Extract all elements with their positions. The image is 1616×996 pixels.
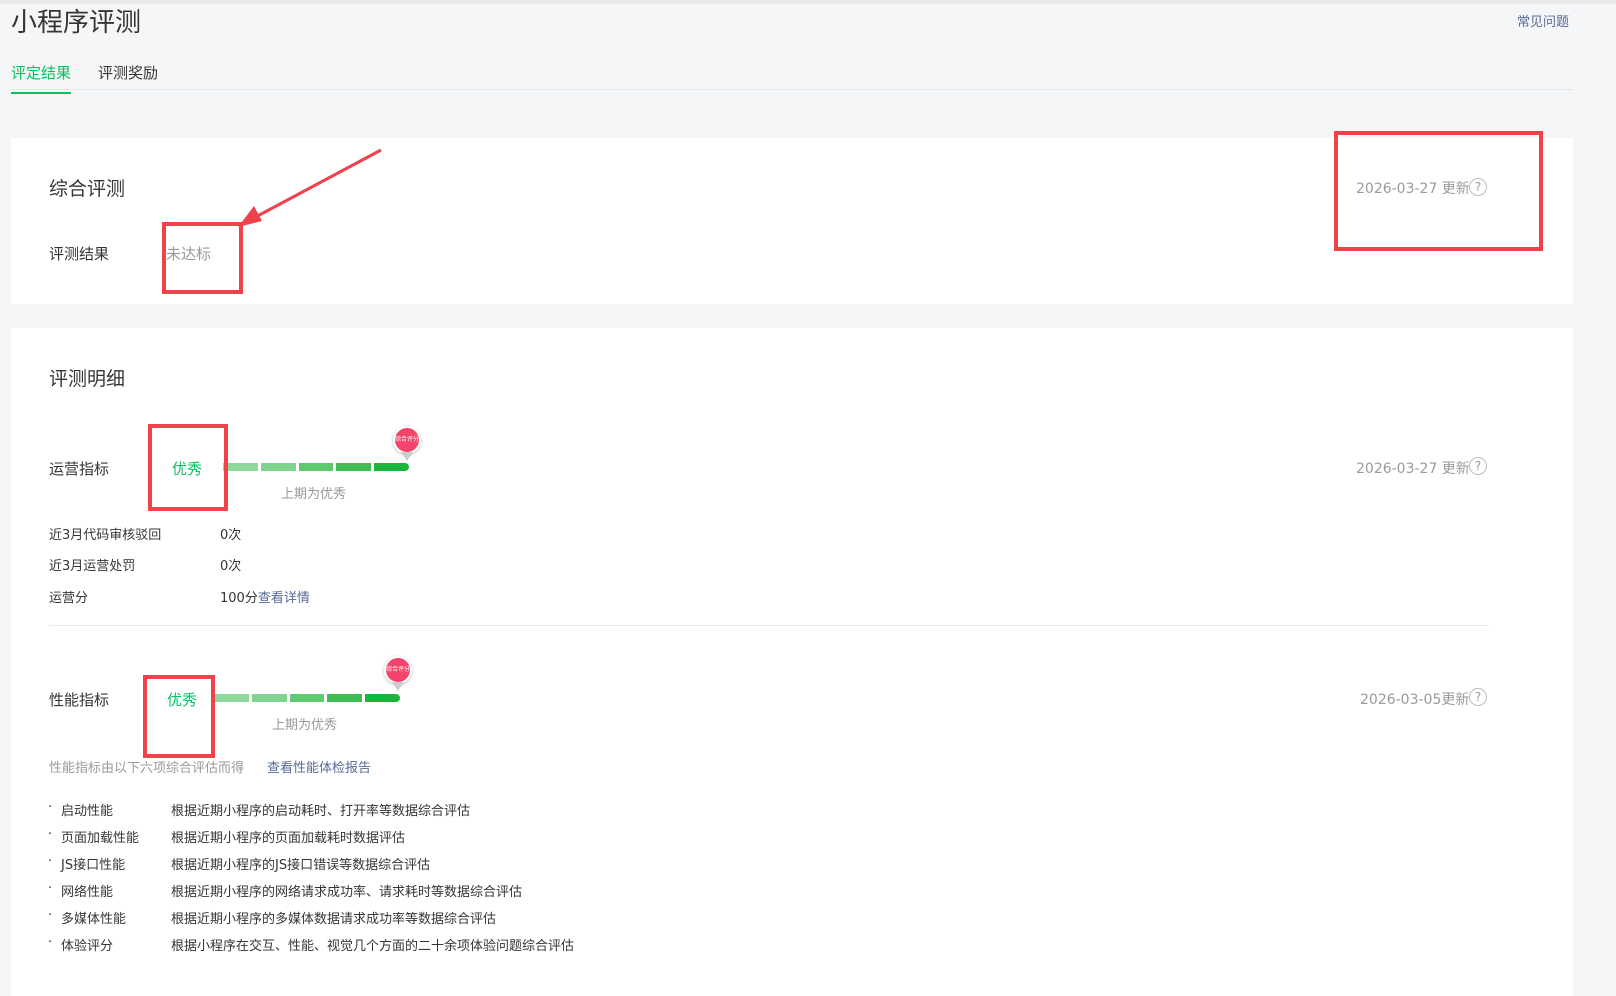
- performance-note: 性能指标由以下六项综合评估而得: [49, 761, 245, 776]
- performance-progress-bar: [214, 694, 400, 702]
- performance-previous: 上期为优秀: [272, 718, 338, 733]
- operations-progress-bar: [223, 463, 409, 471]
- bullet: ·: [48, 827, 53, 842]
- bar-segment: [374, 463, 409, 471]
- item-desc: 根据小程序在交互、性能、视觉几个方面的二十余项体验问题综合评估: [171, 939, 575, 954]
- bullet: ·: [48, 935, 53, 950]
- marker-tail: [401, 452, 413, 461]
- item-name: 启动性能: [61, 804, 114, 819]
- operations-label: 运营指标: [49, 460, 110, 478]
- item-name: JS接口性能: [61, 858, 126, 873]
- marker-tail: [392, 682, 404, 691]
- item-name: 体验评分: [61, 939, 114, 954]
- item-desc: 根据近期小程序的网络请求成功率、请求耗时等数据综合评估: [171, 885, 523, 900]
- item-desc: 根据近期小程序的页面加载耗时数据评估: [171, 831, 406, 846]
- annotation-box-operations-grade: [148, 424, 228, 511]
- audit-reject-label: 近3月代码审核驳回: [49, 528, 162, 543]
- operations-updated: 2026-03-27 更新: [1356, 461, 1470, 477]
- annotation-box-date: [1334, 131, 1543, 251]
- operations-previous: 上期为优秀: [281, 487, 347, 502]
- bar-segment: [260, 463, 296, 471]
- tab-bar: 评定结果 评测奖励: [11, 58, 1573, 94]
- item-desc: 根据近期小程序的JS接口错误等数据综合评估: [171, 858, 431, 873]
- bar-segment: [298, 463, 334, 471]
- page-title: 小程序评测: [11, 8, 142, 38]
- item-name: 页面加载性能: [61, 831, 140, 846]
- ops-score-value: 100分: [220, 591, 258, 606]
- bar-segment: [365, 694, 400, 702]
- bar-segment: [223, 463, 258, 471]
- summary-title: 综合评测: [49, 178, 126, 200]
- top-border: [0, 0, 1616, 4]
- item-name: 多媒体性能: [61, 912, 127, 927]
- performance-report-link[interactable]: 查看性能体检报告: [267, 757, 371, 776]
- ops-score-label: 运营分: [49, 591, 89, 606]
- ops-score: 100分查看详情: [220, 587, 310, 606]
- section-divider: [49, 625, 1489, 626]
- penalty-value: 0次: [220, 559, 242, 574]
- score-marker-icon: 综合评分: [384, 656, 412, 684]
- bar-segment: [214, 694, 249, 702]
- score-marker-icon: 综合评分: [393, 426, 421, 454]
- bullet: ·: [48, 881, 53, 896]
- bar-segment: [336, 463, 372, 471]
- tab-evaluation-result[interactable]: 评定结果: [11, 62, 72, 94]
- audit-reject-value: 0次: [220, 528, 242, 543]
- item-desc: 根据近期小程序的多媒体数据请求成功率等数据综合评估: [171, 912, 497, 927]
- bar-segment: [327, 694, 363, 702]
- item-desc: 根据近期小程序的启动耗时、打开率等数据综合评估: [171, 804, 471, 819]
- view-details-link[interactable]: 查看详情: [258, 591, 310, 606]
- performance-updated: 2026-03-05更新: [1360, 692, 1470, 708]
- detail-title: 评测明细: [49, 368, 126, 390]
- bar-segment: [251, 694, 287, 702]
- bullet: ·: [48, 908, 53, 923]
- help-icon[interactable]: ?: [1469, 688, 1487, 706]
- annotation-box-result: [162, 222, 243, 294]
- help-icon[interactable]: ?: [1469, 457, 1487, 475]
- detail-card: 评测明细 运营指标 优秀 综合评分 上期为优秀 2026-03-27 更新 ? …: [11, 328, 1573, 996]
- item-name: 网络性能: [61, 885, 114, 900]
- penalty-label: 近3月运营处罚: [49, 559, 136, 574]
- bullet: ·: [48, 800, 53, 815]
- tab-evaluation-reward[interactable]: 评测奖励: [98, 62, 158, 92]
- result-label: 评测结果: [49, 245, 110, 263]
- bar-segment: [289, 694, 325, 702]
- faq-link[interactable]: 常见问题: [1517, 11, 1569, 30]
- performance-label: 性能指标: [49, 691, 110, 709]
- bullet: ·: [48, 854, 53, 869]
- annotation-box-performance-grade: [143, 675, 215, 758]
